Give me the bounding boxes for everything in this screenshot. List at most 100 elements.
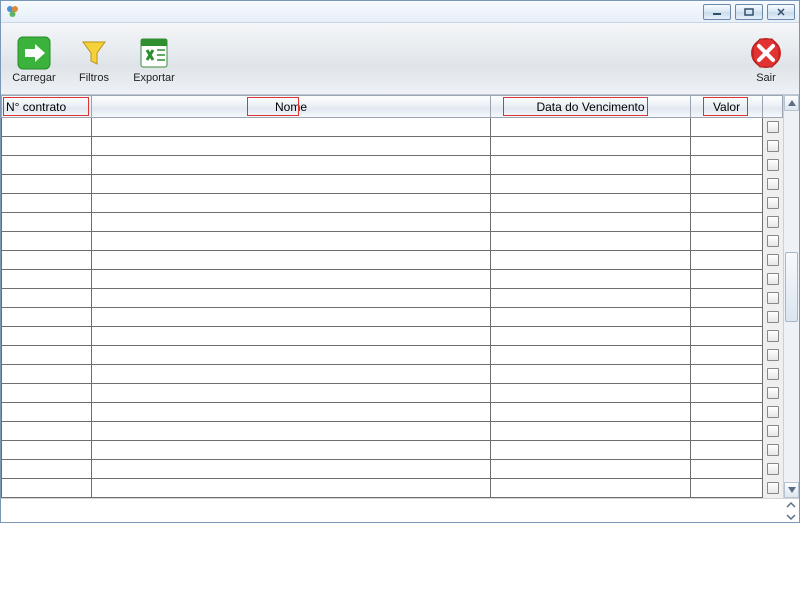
- table-cell[interactable]: [92, 118, 491, 137]
- table-cell[interactable]: [2, 403, 92, 422]
- col-header-nome[interactable]: Nome: [92, 96, 491, 118]
- table-cell[interactable]: [2, 194, 92, 213]
- table-row[interactable]: [2, 403, 783, 422]
- table-row[interactable]: [2, 270, 783, 289]
- table-cell[interactable]: [92, 346, 491, 365]
- row-checkbox-cell[interactable]: [763, 384, 783, 403]
- table-cell[interactable]: [491, 422, 691, 441]
- table-cell[interactable]: [491, 403, 691, 422]
- row-checkbox-cell[interactable]: [763, 479, 783, 498]
- row-checkbox-cell[interactable]: [763, 403, 783, 422]
- chevron-down-icon[interactable]: [783, 512, 799, 522]
- table-cell[interactable]: [491, 194, 691, 213]
- table-cell[interactable]: [491, 460, 691, 479]
- table-cell[interactable]: [491, 441, 691, 460]
- table-cell[interactable]: [2, 270, 92, 289]
- table-cell[interactable]: [2, 384, 92, 403]
- row-checkbox-cell[interactable]: [763, 327, 783, 346]
- table-cell[interactable]: [92, 289, 491, 308]
- table-cell[interactable]: [2, 460, 92, 479]
- table-cell[interactable]: [92, 327, 491, 346]
- table-cell[interactable]: [491, 289, 691, 308]
- table-cell[interactable]: [691, 156, 763, 175]
- table-cell[interactable]: [92, 441, 491, 460]
- table-cell[interactable]: [92, 156, 491, 175]
- row-checkbox[interactable]: [767, 140, 779, 152]
- table-cell[interactable]: [691, 441, 763, 460]
- table-cell[interactable]: [491, 479, 691, 498]
- table-cell[interactable]: [491, 213, 691, 232]
- row-checkbox-cell[interactable]: [763, 213, 783, 232]
- table-cell[interactable]: [691, 384, 763, 403]
- row-checkbox-cell[interactable]: [763, 308, 783, 327]
- table-cell[interactable]: [691, 194, 763, 213]
- table-row[interactable]: [2, 479, 783, 498]
- table-cell[interactable]: [2, 289, 92, 308]
- row-checkbox[interactable]: [767, 406, 779, 418]
- scroll-track[interactable]: [784, 111, 799, 482]
- chevron-up-icon[interactable]: [783, 500, 799, 510]
- row-checkbox-cell[interactable]: [763, 289, 783, 308]
- row-checkbox-cell[interactable]: [763, 251, 783, 270]
- table-cell[interactable]: [92, 403, 491, 422]
- table-row[interactable]: [2, 365, 783, 384]
- col-header-checkbox[interactable]: [763, 96, 783, 118]
- table-cell[interactable]: [691, 270, 763, 289]
- row-checkbox-cell[interactable]: [763, 156, 783, 175]
- close-button[interactable]: [767, 4, 795, 20]
- table-cell[interactable]: [92, 175, 491, 194]
- table-cell[interactable]: [2, 441, 92, 460]
- table-row[interactable]: [2, 175, 783, 194]
- table-cell[interactable]: [2, 213, 92, 232]
- table-row[interactable]: [2, 213, 783, 232]
- table-cell[interactable]: [2, 327, 92, 346]
- row-checkbox-cell[interactable]: [763, 137, 783, 156]
- row-checkbox-cell[interactable]: [763, 175, 783, 194]
- table-cell[interactable]: [92, 137, 491, 156]
- table-row[interactable]: [2, 384, 783, 403]
- scroll-down-button[interactable]: [784, 482, 799, 498]
- table-cell[interactable]: [92, 308, 491, 327]
- table-cell[interactable]: [92, 194, 491, 213]
- table-row[interactable]: [2, 460, 783, 479]
- table-cell[interactable]: [2, 346, 92, 365]
- filtros-button[interactable]: Filtros: [69, 32, 119, 85]
- row-checkbox[interactable]: [767, 121, 779, 133]
- table-cell[interactable]: [691, 365, 763, 384]
- row-checkbox[interactable]: [767, 387, 779, 399]
- table-cell[interactable]: [491, 327, 691, 346]
- table-cell[interactable]: [92, 422, 491, 441]
- col-header-data[interactable]: Data do Vencimento: [491, 96, 691, 118]
- table-cell[interactable]: [691, 403, 763, 422]
- table-cell[interactable]: [691, 479, 763, 498]
- table-cell[interactable]: [691, 232, 763, 251]
- table-row[interactable]: [2, 289, 783, 308]
- row-checkbox[interactable]: [767, 444, 779, 456]
- table-cell[interactable]: [491, 118, 691, 137]
- row-checkbox[interactable]: [767, 349, 779, 361]
- table-cell[interactable]: [491, 156, 691, 175]
- table-cell[interactable]: [2, 479, 92, 498]
- vertical-scrollbar[interactable]: [783, 95, 799, 498]
- table-row[interactable]: [2, 327, 783, 346]
- table-cell[interactable]: [491, 232, 691, 251]
- table-cell[interactable]: [92, 232, 491, 251]
- row-checkbox[interactable]: [767, 159, 779, 171]
- row-checkbox-cell[interactable]: [763, 460, 783, 479]
- table-cell[interactable]: [92, 213, 491, 232]
- row-checkbox[interactable]: [767, 368, 779, 380]
- table-cell[interactable]: [2, 175, 92, 194]
- table-row[interactable]: [2, 156, 783, 175]
- row-checkbox[interactable]: [767, 463, 779, 475]
- table-cell[interactable]: [2, 251, 92, 270]
- table-row[interactable]: [2, 441, 783, 460]
- row-checkbox[interactable]: [767, 235, 779, 247]
- table-cell[interactable]: [491, 365, 691, 384]
- carregar-button[interactable]: Carregar: [9, 32, 59, 85]
- row-checkbox[interactable]: [767, 330, 779, 342]
- table-cell[interactable]: [691, 137, 763, 156]
- table-cell[interactable]: [691, 327, 763, 346]
- exportar-button[interactable]: Exportar: [129, 32, 179, 85]
- row-checkbox[interactable]: [767, 292, 779, 304]
- table-cell[interactable]: [2, 118, 92, 137]
